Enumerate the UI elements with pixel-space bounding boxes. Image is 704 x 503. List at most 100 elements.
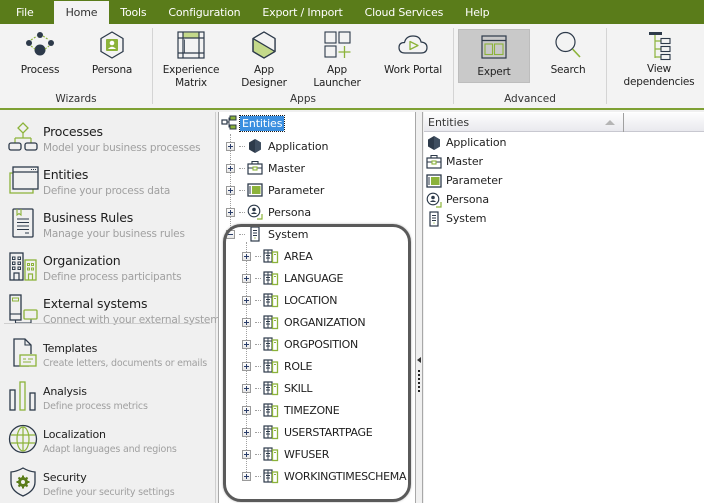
list-row-application[interactable]: Application [426,133,506,152]
parameter-icon [247,182,263,198]
tree-node-master[interactable]: Master [226,158,305,178]
tree-node-organization[interactable]: ORGANIZATION [242,312,366,332]
experience-matrix-button[interactable]: Experience Matrix [162,28,220,90]
collapse-toggle[interactable] [226,229,235,239]
experience-matrix-label-line1: Experience [162,64,220,76]
tree-root-entities[interactable]: Entities [221,113,286,133]
work-portal-icon [395,28,431,62]
tree-node-language[interactable]: LANGUAGE [242,268,343,288]
templates-icon [7,336,39,370]
expert-icon [476,30,512,64]
tree-node-wfuser[interactable]: WFUSER [242,444,329,464]
nav-title: Entities [43,167,89,182]
tree-node-orgposition[interactable]: ORGPOSITION [242,334,358,354]
expand-toggle[interactable] [242,251,251,261]
tree-node-label: Persona [268,205,312,219]
work-portal-button[interactable]: Work Portal [381,28,445,77]
tree-node-label: System [268,227,309,241]
collapse-arrow-icon[interactable] [417,357,421,363]
system-entity-icon [263,446,279,462]
expand-toggle[interactable] [226,207,235,217]
nav-item-templates[interactable]: Templates Create letters, documents or e… [0,332,214,374]
nav-title: Processes [43,124,103,139]
expand-toggle[interactable] [242,273,251,283]
nav-item-organization[interactable]: Organization Define process participants [0,245,214,287]
tree-node-persona[interactable]: Persona [226,202,311,222]
experience-matrix-label: Experience Matrix [163,64,220,90]
entities-tree: Entities Application Master Parameter Pe… [218,112,416,503]
app-launcher-label: App Launcher [313,64,361,89]
nav-item-processes[interactable]: Processes Model your business processes [0,116,214,158]
nav-item-localization[interactable]: Localization Adapt languages and regions [0,418,214,460]
nav-subtitle: Create letters, documents or emails [43,358,208,369]
expand-toggle[interactable] [242,405,251,415]
menu-help[interactable]: Help [454,0,500,24]
menu-cloud-services[interactable]: Cloud Services [354,0,455,24]
tree-node-area[interactable]: AREA [242,246,313,266]
expand-toggle[interactable] [226,163,235,173]
menu-tools[interactable]: Tools [109,0,157,24]
menu-configuration[interactable]: Configuration [157,0,251,24]
tree-node-userstartpage[interactable]: USERSTARTPAGE [242,422,373,442]
nav-title: Security [43,471,87,484]
expand-toggle[interactable] [242,361,251,371]
nav-title: Templates [43,342,98,355]
ribbon-group-label-wizards: Wizards [55,93,97,105]
persona-wizard-button[interactable]: Persona [86,28,138,77]
menu-home[interactable]: Home [53,1,110,24]
nav-item-entities[interactable]: Entities Define your process data [0,159,214,201]
expand-toggle[interactable] [242,449,251,459]
processes-icon [7,120,39,154]
nav-title: External systems [43,296,148,311]
expand-toggle[interactable] [242,471,251,481]
app-designer-button[interactable]: App Designer [230,28,298,90]
tree-node-timezone[interactable]: TIMEZONE [242,400,340,420]
ribbon-group-dependencies: View dependencies [607,24,704,108]
tree-root-label: Entities [238,114,286,132]
list-row-label: Master [446,155,483,168]
tree-node-location[interactable]: LOCATION [242,290,338,310]
list-row-parameter[interactable]: Parameter [426,171,502,190]
menu-file[interactable]: File [0,0,54,24]
menu-bar: File Home Tools Configuration Export / I… [0,0,704,24]
pane-splitter[interactable] [416,112,423,503]
tree-node-role[interactable]: ROLE [242,356,312,376]
expand-toggle[interactable] [242,427,251,437]
nav-item-security[interactable]: Security Define your security settings [0,461,214,503]
menu-export-import[interactable]: Export / Import [251,0,353,24]
tree-node-skill[interactable]: SKILL [242,378,313,398]
search-button[interactable]: Search [540,28,596,77]
tree-node-label: USERSTARTPAGE [284,425,373,439]
expert-button[interactable]: Expert [458,29,530,83]
expand-toggle[interactable] [242,339,251,349]
tree-connector [255,475,261,477]
tree-node-system[interactable]: System [226,224,309,244]
view-dependencies-button[interactable]: View dependencies [611,28,704,89]
list-row-label: Application [446,136,507,149]
list-row-master[interactable]: Master [426,152,483,171]
system-entity-icon [263,248,279,264]
process-wizard-button[interactable]: Process [14,28,66,77]
tree-node-label: ROLE [284,359,313,373]
tree-node-application[interactable]: Application [226,136,328,156]
expand-toggle[interactable] [226,141,235,151]
expand-toggle[interactable] [242,383,251,393]
splitter-grip[interactable] [418,370,420,392]
entities-list: Entities Application Master Parameter Pe… [424,112,704,503]
nav-subtitle: Manage your business rules [43,228,185,240]
list-row-system[interactable]: System [426,209,487,228]
expand-toggle[interactable] [242,317,251,327]
app-launcher-button[interactable]: App Launcher [302,28,372,90]
tree-node-label: TIMEZONE [284,403,340,417]
expand-toggle[interactable] [242,295,251,305]
tree-node-parameter[interactable]: Parameter [226,180,324,200]
tree-connector [239,211,245,213]
tree-node-workingtimeschema[interactable]: WORKINGTIMESCHEMA [242,466,407,486]
column-header-entities[interactable]: Entities [424,113,624,132]
business-rules-icon [7,206,39,240]
nav-item-analysis[interactable]: Analysis Define process metrics [0,375,214,417]
expand-toggle[interactable] [226,185,235,195]
nav-item-business-rules[interactable]: Business Rules Manage your business rule… [0,202,214,244]
tree-node-label: WFUSER [284,447,330,461]
list-row-persona[interactable]: Persona [426,190,489,209]
